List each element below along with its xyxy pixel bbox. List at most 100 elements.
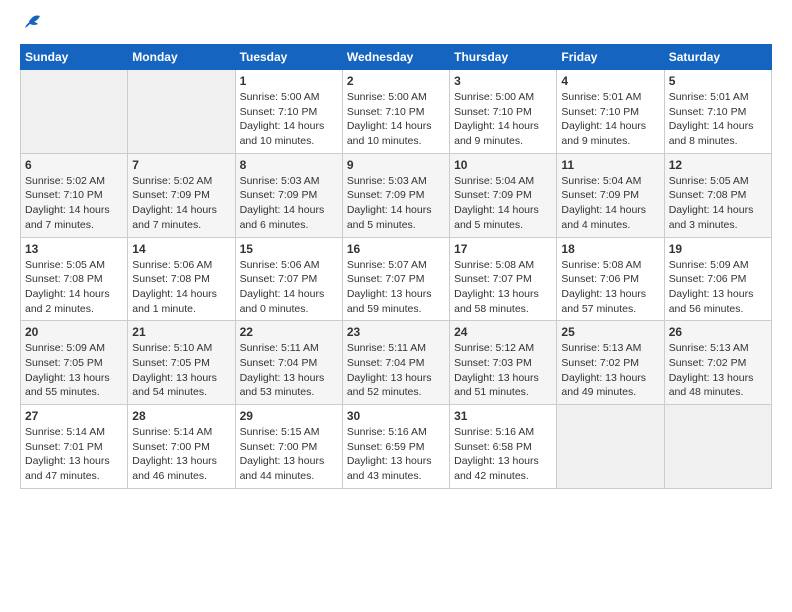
calendar-header-saturday: Saturday bbox=[664, 45, 771, 70]
calendar-cell: 2 Sunrise: 5:00 AM Sunset: 7:10 PM Daylig… bbox=[342, 70, 449, 154]
calendar-cell: 26 Sunrise: 5:13 AM Sunset: 7:02 PM Dayli… bbox=[664, 321, 771, 405]
day-number: 4 bbox=[561, 74, 659, 88]
day-number: 25 bbox=[561, 325, 659, 339]
calendar-cell: 1 Sunrise: 5:00 AM Sunset: 7:10 PM Daylig… bbox=[235, 70, 342, 154]
calendar-cell: 5 Sunrise: 5:01 AM Sunset: 7:10 PM Daylig… bbox=[664, 70, 771, 154]
day-number: 15 bbox=[240, 242, 338, 256]
calendar-header-friday: Friday bbox=[557, 45, 664, 70]
calendar-cell: 31 Sunrise: 5:16 AM Sunset: 6:58 PM Dayli… bbox=[450, 405, 557, 489]
day-info: Sunrise: 5:01 AM Sunset: 7:10 PM Dayligh… bbox=[561, 90, 659, 149]
day-number: 30 bbox=[347, 409, 445, 423]
calendar-cell bbox=[128, 70, 235, 154]
day-number: 19 bbox=[669, 242, 767, 256]
day-info: Sunrise: 5:07 AM Sunset: 7:07 PM Dayligh… bbox=[347, 258, 445, 317]
calendar-table: SundayMondayTuesdayWednesdayThursdayFrid… bbox=[20, 44, 772, 489]
day-number: 29 bbox=[240, 409, 338, 423]
calendar-cell: 7 Sunrise: 5:02 AM Sunset: 7:09 PM Daylig… bbox=[128, 153, 235, 237]
calendar-week-row: 6 Sunrise: 5:02 AM Sunset: 7:10 PM Daylig… bbox=[21, 153, 772, 237]
day-info: Sunrise: 5:00 AM Sunset: 7:10 PM Dayligh… bbox=[240, 90, 338, 149]
day-number: 17 bbox=[454, 242, 552, 256]
day-info: Sunrise: 5:13 AM Sunset: 7:02 PM Dayligh… bbox=[561, 341, 659, 400]
day-number: 9 bbox=[347, 158, 445, 172]
day-number: 13 bbox=[25, 242, 123, 256]
day-info: Sunrise: 5:00 AM Sunset: 7:10 PM Dayligh… bbox=[347, 90, 445, 149]
day-info: Sunrise: 5:01 AM Sunset: 7:10 PM Dayligh… bbox=[669, 90, 767, 149]
day-info: Sunrise: 5:02 AM Sunset: 7:09 PM Dayligh… bbox=[132, 174, 230, 233]
day-info: Sunrise: 5:00 AM Sunset: 7:10 PM Dayligh… bbox=[454, 90, 552, 149]
day-info: Sunrise: 5:08 AM Sunset: 7:07 PM Dayligh… bbox=[454, 258, 552, 317]
calendar-cell: 24 Sunrise: 5:12 AM Sunset: 7:03 PM Dayli… bbox=[450, 321, 557, 405]
calendar-cell: 23 Sunrise: 5:11 AM Sunset: 7:04 PM Dayli… bbox=[342, 321, 449, 405]
day-number: 5 bbox=[669, 74, 767, 88]
day-number: 20 bbox=[25, 325, 123, 339]
day-number: 21 bbox=[132, 325, 230, 339]
calendar-cell: 27 Sunrise: 5:14 AM Sunset: 7:01 PM Dayli… bbox=[21, 405, 128, 489]
calendar-header-sunday: Sunday bbox=[21, 45, 128, 70]
calendar-cell: 9Sunrise: 5:03 AM Sunset: 7:09 PM Daylig… bbox=[342, 153, 449, 237]
day-number: 7 bbox=[132, 158, 230, 172]
calendar-header-wednesday: Wednesday bbox=[342, 45, 449, 70]
calendar-cell: 8Sunrise: 5:03 AM Sunset: 7:09 PM Daylig… bbox=[235, 153, 342, 237]
day-number: 23 bbox=[347, 325, 445, 339]
day-info: Sunrise: 5:11 AM Sunset: 7:04 PM Dayligh… bbox=[347, 341, 445, 400]
day-info: Sunrise: 5:14 AM Sunset: 7:00 PM Dayligh… bbox=[132, 425, 230, 484]
day-number: 22 bbox=[240, 325, 338, 339]
day-info: Sunrise: 5:14 AM Sunset: 7:01 PM Dayligh… bbox=[25, 425, 123, 484]
day-info: Sunrise: 5:05 AM Sunset: 7:08 PM Dayligh… bbox=[669, 174, 767, 233]
day-number: 24 bbox=[454, 325, 552, 339]
calendar-cell: 18Sunrise: 5:08 AM Sunset: 7:06 PM Dayli… bbox=[557, 237, 664, 321]
calendar-week-row: 13Sunrise: 5:05 AM Sunset: 7:08 PM Dayli… bbox=[21, 237, 772, 321]
calendar-week-row: 27 Sunrise: 5:14 AM Sunset: 7:01 PM Dayli… bbox=[21, 405, 772, 489]
calendar-cell: 20 Sunrise: 5:09 AM Sunset: 7:05 PM Dayli… bbox=[21, 321, 128, 405]
calendar-cell: 6 Sunrise: 5:02 AM Sunset: 7:10 PM Daylig… bbox=[21, 153, 128, 237]
calendar-cell bbox=[557, 405, 664, 489]
calendar-cell: 14 Sunrise: 5:06 AM Sunset: 7:08 PM Dayli… bbox=[128, 237, 235, 321]
calendar-cell bbox=[664, 405, 771, 489]
day-number: 8 bbox=[240, 158, 338, 172]
day-number: 27 bbox=[25, 409, 123, 423]
calendar-header-monday: Monday bbox=[128, 45, 235, 70]
day-info: Sunrise: 5:06 AM Sunset: 7:08 PM Dayligh… bbox=[132, 258, 230, 317]
day-info: Sunrise: 5:16 AM Sunset: 6:59 PM Dayligh… bbox=[347, 425, 445, 484]
day-number: 1 bbox=[240, 74, 338, 88]
calendar-cell: 15 Sunrise: 5:06 AM Sunset: 7:07 PM Dayli… bbox=[235, 237, 342, 321]
day-info: Sunrise: 5:09 AM Sunset: 7:06 PM Dayligh… bbox=[669, 258, 767, 317]
day-info: Sunrise: 5:09 AM Sunset: 7:05 PM Dayligh… bbox=[25, 341, 123, 400]
day-info: Sunrise: 5:16 AM Sunset: 6:58 PM Dayligh… bbox=[454, 425, 552, 484]
calendar-cell: 22Sunrise: 5:11 AM Sunset: 7:04 PM Dayli… bbox=[235, 321, 342, 405]
day-info: Sunrise: 5:06 AM Sunset: 7:07 PM Dayligh… bbox=[240, 258, 338, 317]
calendar-cell: 11 Sunrise: 5:04 AM Sunset: 7:09 PM Dayli… bbox=[557, 153, 664, 237]
calendar-cell: 17 Sunrise: 5:08 AM Sunset: 7:07 PM Dayli… bbox=[450, 237, 557, 321]
day-number: 31 bbox=[454, 409, 552, 423]
calendar-cell: 16 Sunrise: 5:07 AM Sunset: 7:07 PM Dayli… bbox=[342, 237, 449, 321]
day-number: 16 bbox=[347, 242, 445, 256]
logo-bird-icon bbox=[22, 12, 44, 34]
day-number: 12 bbox=[669, 158, 767, 172]
day-number: 28 bbox=[132, 409, 230, 423]
day-info: Sunrise: 5:12 AM Sunset: 7:03 PM Dayligh… bbox=[454, 341, 552, 400]
day-number: 6 bbox=[25, 158, 123, 172]
day-number: 11 bbox=[561, 158, 659, 172]
day-info: Sunrise: 5:02 AM Sunset: 7:10 PM Dayligh… bbox=[25, 174, 123, 233]
calendar-header-tuesday: Tuesday bbox=[235, 45, 342, 70]
day-number: 3 bbox=[454, 74, 552, 88]
calendar-week-row: 1 Sunrise: 5:00 AM Sunset: 7:10 PM Daylig… bbox=[21, 70, 772, 154]
logo bbox=[20, 20, 44, 34]
header bbox=[20, 20, 772, 34]
calendar-cell bbox=[21, 70, 128, 154]
calendar-cell: 21 Sunrise: 5:10 AM Sunset: 7:05 PM Dayli… bbox=[128, 321, 235, 405]
calendar-cell: 4 Sunrise: 5:01 AM Sunset: 7:10 PM Daylig… bbox=[557, 70, 664, 154]
day-number: 2 bbox=[347, 74, 445, 88]
day-info: Sunrise: 5:04 AM Sunset: 7:09 PM Dayligh… bbox=[561, 174, 659, 233]
calendar-header-thursday: Thursday bbox=[450, 45, 557, 70]
calendar-cell: 3 Sunrise: 5:00 AM Sunset: 7:10 PM Daylig… bbox=[450, 70, 557, 154]
day-number: 26 bbox=[669, 325, 767, 339]
day-number: 14 bbox=[132, 242, 230, 256]
day-info: Sunrise: 5:13 AM Sunset: 7:02 PM Dayligh… bbox=[669, 341, 767, 400]
day-info: Sunrise: 5:10 AM Sunset: 7:05 PM Dayligh… bbox=[132, 341, 230, 400]
calendar-cell: 30 Sunrise: 5:16 AM Sunset: 6:59 PM Dayli… bbox=[342, 405, 449, 489]
calendar-header-row: SundayMondayTuesdayWednesdayThursdayFrid… bbox=[21, 45, 772, 70]
calendar-cell: 19 Sunrise: 5:09 AM Sunset: 7:06 PM Dayli… bbox=[664, 237, 771, 321]
day-info: Sunrise: 5:04 AM Sunset: 7:09 PM Dayligh… bbox=[454, 174, 552, 233]
calendar-cell: 29Sunrise: 5:15 AM Sunset: 7:00 PM Dayli… bbox=[235, 405, 342, 489]
